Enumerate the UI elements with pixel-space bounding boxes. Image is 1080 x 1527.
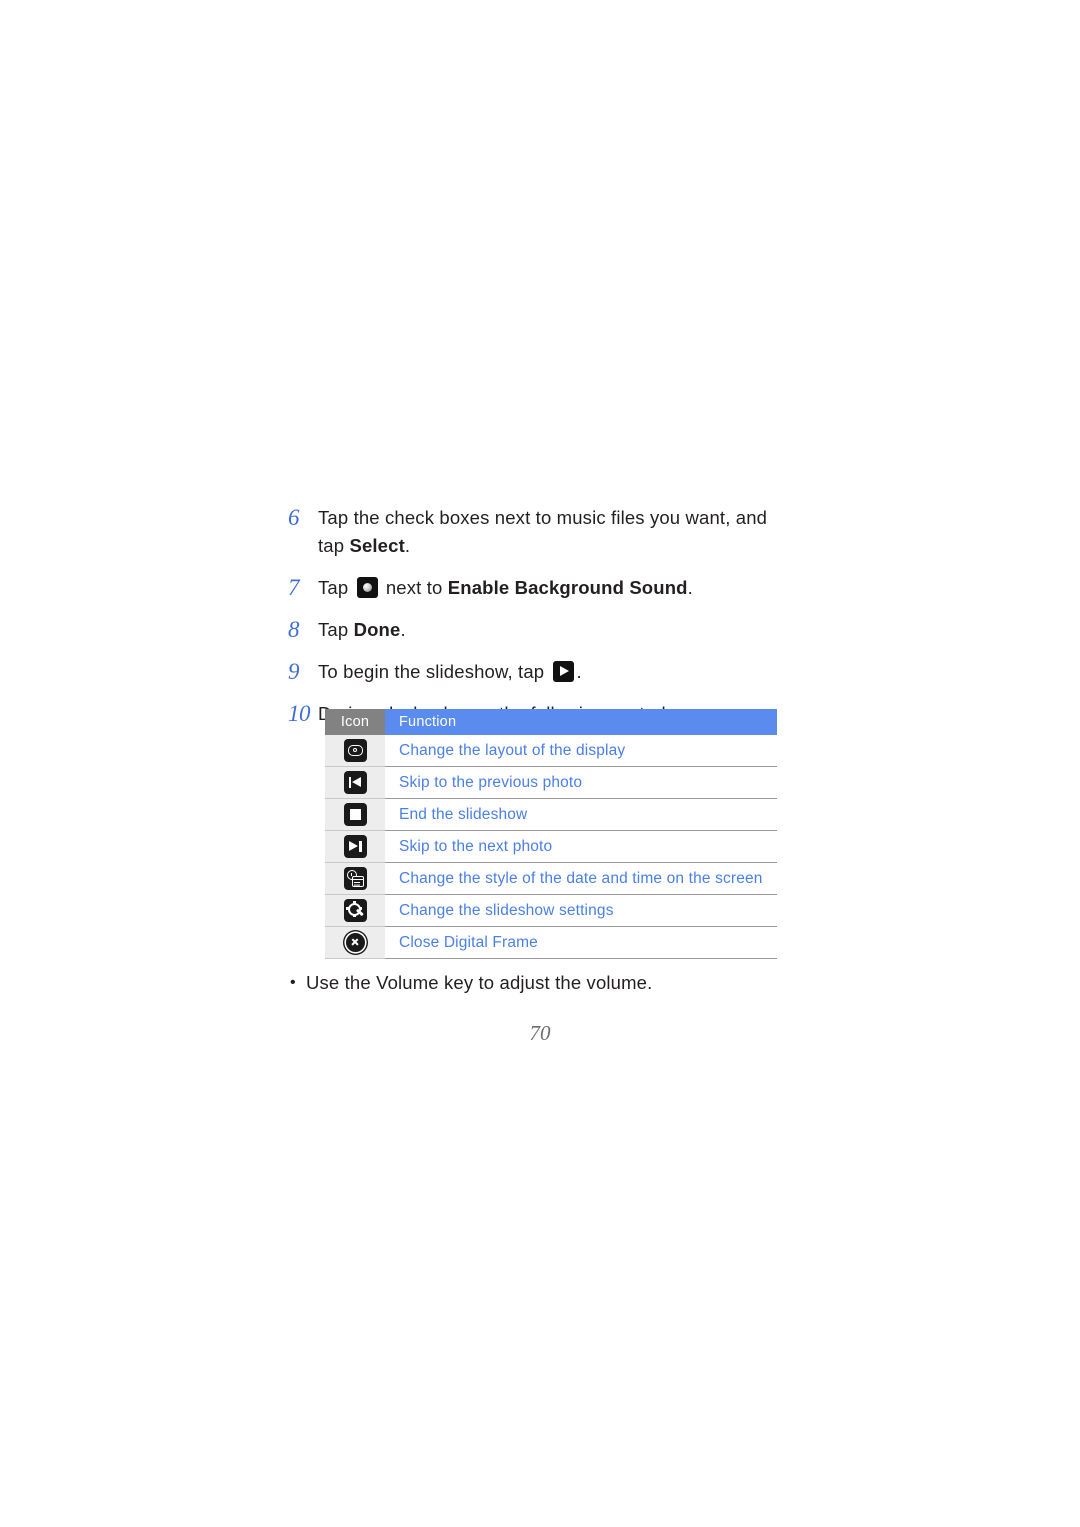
table-row: End the slideshow	[325, 798, 777, 831]
layout-icon	[343, 739, 367, 762]
step-item-8: 8 Tap Done.	[288, 616, 788, 644]
step-text: Tap Done.	[318, 616, 788, 644]
icon-cell	[325, 926, 385, 959]
volume-note-text: Use the Volume key to adjust the volume.	[306, 972, 653, 993]
column-header-icon: Icon	[325, 709, 385, 735]
step-text: Tap next to Enable Background Sound.	[318, 574, 788, 602]
step-text-after: .	[576, 661, 582, 682]
table-row: Skip to the next photo	[325, 830, 777, 863]
table-row: Close Digital Frame	[325, 926, 777, 959]
step-text-after: .	[400, 619, 406, 640]
function-cell: Close Digital Frame	[385, 926, 777, 959]
icon-cell	[325, 735, 385, 767]
stop-icon	[343, 803, 367, 826]
volume-note: • Use the Volume key to adjust the volum…	[290, 970, 790, 996]
play-icon	[552, 661, 574, 682]
step-number: 8	[288, 617, 300, 642]
icon-cell	[325, 862, 385, 895]
manual-page: 6 Tap the check boxes next to music file…	[0, 0, 1080, 1527]
step-item-6: 6 Tap the check boxes next to music file…	[288, 504, 788, 560]
step-number: 9	[288, 659, 300, 684]
close-icon	[344, 931, 367, 954]
function-cell: Change the slideshow settings	[385, 894, 777, 927]
playback-controls-table: Icon Function Change the layout of the d…	[325, 709, 777, 959]
step-text-before: To begin the slideshow, tap	[318, 661, 550, 682]
step-text-bold: Select	[349, 535, 405, 556]
datetime-icon	[343, 867, 367, 890]
table-row: Change the slideshow settings	[325, 894, 777, 927]
table-row: Skip to the previous photo	[325, 766, 777, 799]
function-cell: Skip to the next photo	[385, 830, 777, 863]
step-text-after: .	[687, 577, 693, 598]
step-number: 6	[288, 505, 300, 530]
step-text-after: .	[404, 535, 411, 556]
icon-cell	[325, 766, 385, 799]
next-icon	[343, 835, 367, 858]
function-cell: Change the layout of the display	[385, 735, 777, 767]
table-row: Change the layout of the display	[325, 735, 777, 767]
step-number: 10	[288, 701, 311, 726]
step-item-7: 7 Tap next to Enable Background Sound.	[288, 574, 788, 602]
step-text-before: Tap	[318, 577, 354, 598]
icon-cell	[325, 798, 385, 831]
previous-icon	[343, 771, 367, 794]
icon-cell	[325, 830, 385, 863]
page-number: 70	[529, 1021, 551, 1045]
step-text-before: Tap	[318, 619, 354, 640]
table-header-row: Icon Function	[325, 709, 777, 735]
table-head: Icon Function	[325, 709, 777, 735]
column-header-function: Function	[385, 709, 777, 735]
function-cell: End the slideshow	[385, 798, 777, 831]
step-number: 7	[288, 575, 300, 600]
background-sound-icon	[356, 577, 378, 598]
step-text-bold: Enable Background Sound	[447, 577, 688, 598]
step-text: To begin the slideshow, tap .	[318, 658, 788, 686]
step-item-9: 9 To begin the slideshow, tap .	[288, 658, 788, 686]
step-text-middle: next to	[380, 577, 448, 598]
function-cell: Skip to the previous photo	[385, 766, 777, 799]
table-row: Change the style of the date and time on…	[325, 862, 777, 895]
step-text: Tap the check boxes next to music files …	[318, 504, 788, 560]
step-list: 6 Tap the check boxes next to music file…	[288, 504, 788, 742]
step-text-bold: Done	[353, 619, 401, 640]
bullet-glyph: •	[290, 974, 296, 991]
settings-gear-icon	[343, 899, 367, 922]
icon-cell	[325, 894, 385, 927]
function-cell: Change the style of the date and time on…	[385, 862, 777, 895]
table-body: Change the layout of the display Skip to…	[325, 735, 777, 959]
